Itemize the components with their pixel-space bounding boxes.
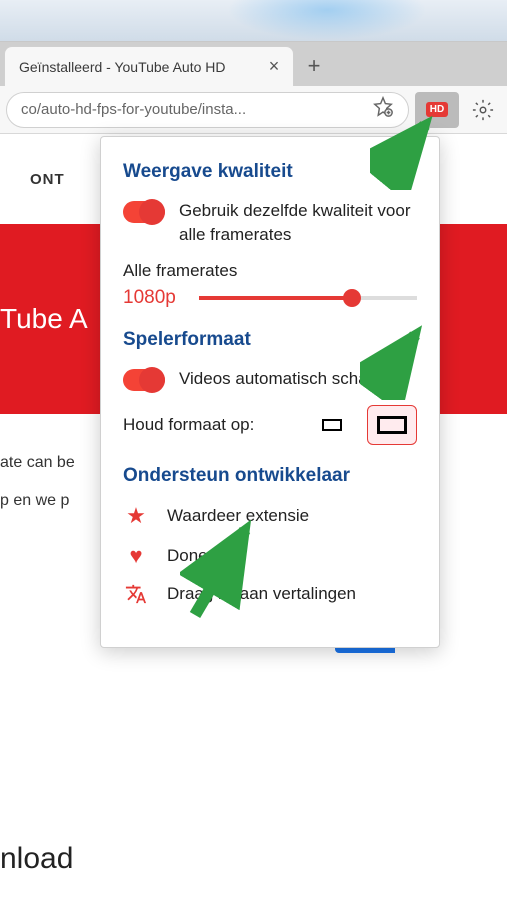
label-keep-format: Houd formaat op: — [123, 413, 254, 437]
donate-link[interactable]: ♥ Doneren — [123, 543, 417, 569]
format-options — [307, 405, 417, 445]
quality-slider[interactable] — [199, 296, 417, 300]
section-quality-title: Weergave kwaliteit — [123, 161, 417, 183]
window-titlebar — [0, 0, 507, 42]
bg-text-line: ate can be — [0, 444, 75, 482]
label-all-framerates: Alle framerates — [123, 261, 417, 281]
heart-icon: ♥ — [123, 543, 149, 569]
label-autoscale: Videos automatisch schalen — [179, 367, 390, 391]
hd-badge-icon: HD — [426, 102, 448, 117]
tab-title: Geïnstalleerd - YouTube Auto HD — [19, 59, 257, 75]
translate-link[interactable]: Draag bij aan vertalingen — [123, 583, 417, 605]
slider-fill — [199, 296, 352, 300]
format-small-button[interactable] — [307, 405, 357, 445]
extension-button[interactable]: HD — [415, 92, 459, 128]
label-same-quality: Gebruik dezelfde kwaliteit voor alle fra… — [179, 199, 417, 247]
bg-left-text: ate can be p en we p — [0, 444, 75, 653]
url-input[interactable]: co/auto-hd-fps-for-youtube/insta... — [6, 92, 409, 128]
new-tab-button[interactable]: + — [294, 46, 334, 86]
bg-nav-item: ONT — [30, 171, 65, 188]
bg-text-line: p en we p — [0, 482, 75, 520]
settings-icon[interactable] — [465, 92, 501, 128]
close-icon[interactable]: × — [265, 58, 283, 76]
translate-text: Draag bij aan vertalingen — [167, 583, 356, 605]
quality-value: 1080p — [123, 287, 185, 309]
slider-thumb[interactable] — [343, 289, 361, 307]
rate-extension-link[interactable]: ★ Waardeer extensie — [123, 503, 417, 529]
bg-hero-text: Tube A — [0, 303, 88, 335]
address-bar: co/auto-hd-fps-for-youtube/insta... HD — [0, 86, 507, 134]
format-large-icon — [377, 416, 407, 434]
format-small-icon — [322, 419, 342, 431]
bg-download-heading: nload — [0, 842, 73, 876]
donate-text: Doneren — [167, 545, 232, 567]
format-large-button[interactable] — [367, 405, 417, 445]
toggle-same-quality[interactable] — [123, 201, 165, 223]
url-text: co/auto-hd-fps-for-youtube/insta... — [21, 101, 364, 118]
extension-popup: Weergave kwaliteit Gebruik dezelfde kwal… — [100, 136, 440, 648]
section-player-title: Spelerformaat — [123, 329, 417, 351]
translate-icon — [123, 583, 149, 605]
browser-tab[interactable]: Geïnstalleerd - YouTube Auto HD × — [4, 46, 294, 86]
star-icon: ★ — [123, 503, 149, 529]
tab-strip: Geïnstalleerd - YouTube Auto HD × + — [0, 42, 507, 86]
rate-text: Waardeer extensie — [167, 505, 309, 527]
section-support-title: Ondersteun ontwikkelaar — [123, 465, 417, 487]
toggle-autoscale[interactable] — [123, 369, 165, 391]
favorite-icon[interactable] — [372, 96, 394, 123]
